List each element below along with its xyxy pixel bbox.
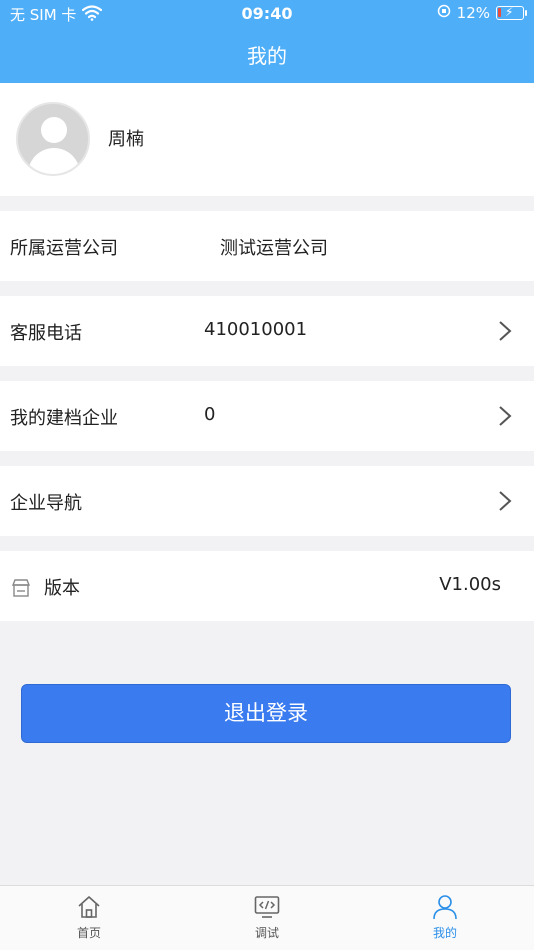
tab-mine-label: 我的 [432, 926, 457, 940]
chevron-right-icon [498, 320, 512, 342]
charging-bolt-icon: ⚡ [505, 5, 514, 19]
status-right: 12% ⚡ [437, 4, 527, 22]
store-icon [11, 578, 31, 598]
screen: 无 SIM 卡 09:40 12% ⚡ 我的 周楠 所属运营公司 测试运营公司 … [0, 0, 534, 950]
battery-percent: 12% [456, 4, 490, 22]
battery-fill [498, 8, 501, 17]
company-row: 所属运营公司 测试运营公司 [0, 211, 534, 281]
battery-icon: ⚡ [496, 5, 527, 20]
tab-home-label: 首页 [76, 926, 101, 940]
avatar[interactable] [16, 102, 90, 176]
service-phone-value: 410010001 [204, 319, 308, 340]
user-icon [432, 894, 458, 920]
orientation-lock-icon [437, 4, 451, 22]
version-value: V1.00s [439, 574, 501, 595]
company-label: 所属运营公司 [10, 238, 118, 259]
tab-debug-label: 调试 [254, 926, 279, 940]
status-bar: 无 SIM 卡 09:40 12% ⚡ [0, 0, 534, 28]
service-phone-label: 客服电话 [10, 323, 82, 344]
tab-mine[interactable]: 我的 [405, 894, 485, 941]
enterprises-label: 我的建档企业 [10, 408, 118, 429]
user-name: 周楠 [108, 129, 144, 150]
avatar-head [41, 117, 67, 143]
profile-card[interactable]: 周楠 [0, 83, 534, 196]
avatar-body [28, 148, 80, 174]
code-monitor-icon [254, 894, 280, 920]
page-title: 我的 [247, 44, 287, 68]
version-row: 版本 V1.00s [0, 551, 534, 621]
service-phone-row[interactable]: 客服电话 410010001 [0, 296, 534, 366]
chevron-right-icon [498, 405, 512, 427]
tab-home[interactable]: 首页 [49, 894, 129, 941]
home-icon [76, 894, 102, 920]
enterprise-navigation-label: 企业导航 [10, 493, 82, 514]
company-value: 测试运营公司 [220, 238, 328, 259]
tab-bar: 首页 调试 我的 [0, 885, 534, 950]
top-bar: 无 SIM 卡 09:40 12% ⚡ 我的 [0, 0, 534, 83]
enterprise-navigation-row[interactable]: 企业导航 [0, 466, 534, 536]
enterprises-row[interactable]: 我的建档企业 0 [0, 381, 534, 451]
version-label: 版本 [44, 578, 80, 599]
enterprises-count: 0 [204, 404, 216, 425]
tab-debug[interactable]: 调试 [227, 894, 307, 941]
chevron-right-icon [498, 490, 512, 512]
logout-button[interactable]: 退出登录 [21, 684, 511, 743]
